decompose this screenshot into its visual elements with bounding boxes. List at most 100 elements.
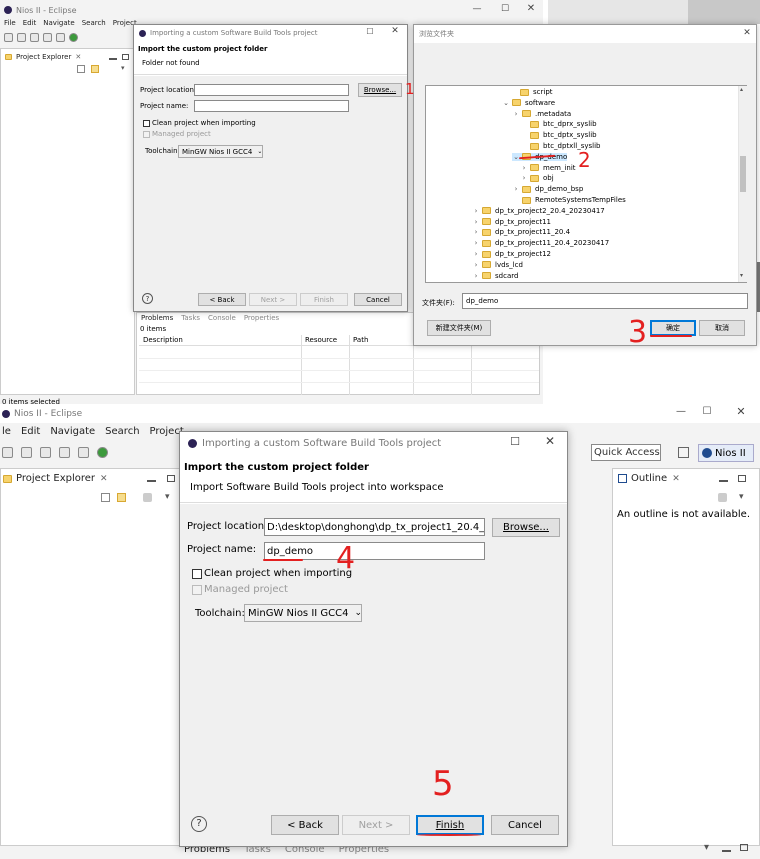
chevron-right-icon[interactable]: › xyxy=(512,110,520,118)
chevron-down-icon[interactable]: ⌄ xyxy=(502,99,510,107)
build-icon[interactable] xyxy=(43,33,52,42)
view-menu-icon[interactable]: ▾ xyxy=(165,491,170,502)
chevron-right-icon[interactable]: › xyxy=(472,207,480,215)
maximize-view-icon[interactable] xyxy=(167,475,175,482)
chevron-right-icon[interactable]: › xyxy=(472,239,480,247)
maximize-view-icon[interactable] xyxy=(122,54,129,60)
maximize-view-icon[interactable] xyxy=(740,844,748,851)
tree-item[interactable]: › dp_demo_bsp xyxy=(512,185,584,193)
close-tab-icon[interactable]: ✕ xyxy=(672,474,680,484)
tree-item[interactable]: › dp_tx_project2_20.4_20230417 xyxy=(472,207,605,215)
minimize-icon[interactable]: — xyxy=(674,406,688,417)
chevron-right-icon[interactable]: › xyxy=(472,272,480,280)
tree-item[interactable]: › dp_tx_project11 xyxy=(472,218,551,226)
small-cancel-button[interactable]: Cancel xyxy=(354,293,402,306)
menu-edit[interactable]: Edit xyxy=(21,426,40,440)
minimize-view-icon[interactable] xyxy=(109,58,117,60)
tree-item[interactable]: › dp_tx_project11_20.4 xyxy=(472,228,570,236)
small-browse-button[interactable]: Browse... xyxy=(358,83,402,97)
minimize-view-icon[interactable] xyxy=(722,850,731,852)
new-icon[interactable] xyxy=(4,33,13,42)
new-folder-button[interactable]: 新建文件夹(M) xyxy=(427,320,491,336)
run-icon[interactable] xyxy=(97,447,108,458)
new-icon[interactable] xyxy=(2,447,13,458)
maximize-icon[interactable]: ☐ xyxy=(700,406,714,417)
tree-item[interactable]: btc_dprx_syslib xyxy=(520,120,597,128)
tab-properties[interactable]: Properties xyxy=(244,314,279,322)
ok-button[interactable]: 确定 xyxy=(650,320,696,336)
minimize-view-icon[interactable] xyxy=(147,480,156,482)
filter-icon[interactable] xyxy=(718,493,727,502)
build-icon[interactable] xyxy=(59,447,70,458)
large-finish-button[interactable]: Finish xyxy=(416,815,484,835)
column-resource[interactable]: Resource xyxy=(305,336,337,344)
menu-navigate[interactable]: Navigate xyxy=(50,426,95,440)
chevron-right-icon[interactable]: › xyxy=(520,174,528,182)
minimize-icon[interactable]: — xyxy=(470,4,484,14)
large-clean-checkbox[interactable] xyxy=(192,569,202,579)
open-perspective-icon[interactable] xyxy=(678,447,689,458)
chevron-right-icon[interactable]: › xyxy=(512,185,520,193)
tree-item[interactable]: › dp_tx_project12 xyxy=(472,250,551,258)
save-icon[interactable] xyxy=(17,33,26,42)
small-back-button[interactable]: < Back xyxy=(198,293,246,306)
close-icon[interactable]: ✕ xyxy=(543,434,557,448)
view-menu-icon[interactable]: ▾ xyxy=(739,491,744,502)
chevron-right-icon[interactable]: › xyxy=(472,218,480,226)
tree-item[interactable]: › dp_tx_project11_20.4_20230417 xyxy=(472,239,610,247)
menu-navigate[interactable]: Navigate xyxy=(43,19,74,31)
print-icon[interactable] xyxy=(30,33,39,42)
debug-icon[interactable] xyxy=(56,33,65,42)
tab-tasks[interactable]: Tasks xyxy=(181,314,200,322)
maximize-icon[interactable]: ☐ xyxy=(365,27,375,36)
menu-search[interactable]: Search xyxy=(105,426,139,440)
folder-input[interactable]: dp_demo xyxy=(462,293,748,309)
link-editor-icon[interactable] xyxy=(91,65,99,73)
maximize-icon[interactable]: ☐ xyxy=(498,4,512,14)
small-toolchain-select[interactable]: MinGW Nios II GCC4 ⌄ xyxy=(178,145,263,158)
tree-item[interactable]: › lvds_lcd xyxy=(472,261,523,269)
small-project-location-input[interactable] xyxy=(194,84,349,96)
collapse-all-icon[interactable] xyxy=(101,493,110,502)
large-toolchain-select[interactable]: MinGW Nios II GCC4 ⌄ xyxy=(244,604,362,622)
menu-file[interactable]: File xyxy=(4,19,16,31)
collapse-all-icon[interactable] xyxy=(77,65,85,73)
column-path[interactable]: Path xyxy=(353,336,368,344)
scroll-down-icon[interactable]: ▾ xyxy=(740,272,743,279)
bottom-project-explorer-tab[interactable]: Project Explorer ✕ xyxy=(3,473,108,484)
large-browse-button[interactable]: Browse... xyxy=(492,518,560,537)
help-icon[interactable]: ? xyxy=(191,816,207,832)
large-cancel-button[interactable]: Cancel xyxy=(491,815,559,835)
perspective-button[interactable]: Nios II xyxy=(698,444,754,462)
close-tab-icon[interactable]: ✕ xyxy=(100,474,108,484)
close-icon[interactable]: ✕ xyxy=(734,405,748,418)
maximize-icon[interactable]: ☐ xyxy=(508,435,522,448)
link-editor-icon[interactable] xyxy=(117,493,126,502)
tree-item[interactable]: script xyxy=(510,88,553,96)
chevron-right-icon[interactable]: › xyxy=(472,228,480,236)
save-icon[interactable] xyxy=(21,447,32,458)
tab-problems[interactable]: Problems xyxy=(141,314,173,322)
minimize-view-icon[interactable] xyxy=(719,480,728,482)
tree-item[interactable]: › obj xyxy=(520,174,554,182)
filter-icon[interactable] xyxy=(143,493,152,502)
small-project-name-input[interactable] xyxy=(194,100,349,112)
tree-item[interactable]: ⌄ software xyxy=(502,99,555,107)
view-menu-icon[interactable]: ▾ xyxy=(704,842,709,853)
tree-item[interactable]: › sdcard xyxy=(472,272,519,280)
maximize-view-icon[interactable] xyxy=(738,475,746,482)
quick-access-input[interactable]: Quick Access xyxy=(591,444,661,461)
chevron-right-icon[interactable]: › xyxy=(472,261,480,269)
small-clean-checkbox[interactable] xyxy=(143,120,150,127)
menu-file[interactable]: le xyxy=(2,426,11,440)
tree-item[interactable]: › mem_init xyxy=(520,164,576,172)
print-icon[interactable] xyxy=(40,447,51,458)
menu-search[interactable]: Search xyxy=(82,19,106,31)
large-project-location-input[interactable]: D:\desktop\donghong\dp_tx_project1_20.4_… xyxy=(264,518,485,536)
tree-item[interactable]: RemoteSystemsTempFiles xyxy=(512,196,626,204)
run-icon[interactable] xyxy=(69,33,78,42)
menu-edit[interactable]: Edit xyxy=(23,19,37,31)
tree-item[interactable]: › .metadata xyxy=(512,110,572,118)
chevron-right-icon[interactable]: › xyxy=(520,164,528,172)
scroll-thumb[interactable] xyxy=(740,156,746,192)
